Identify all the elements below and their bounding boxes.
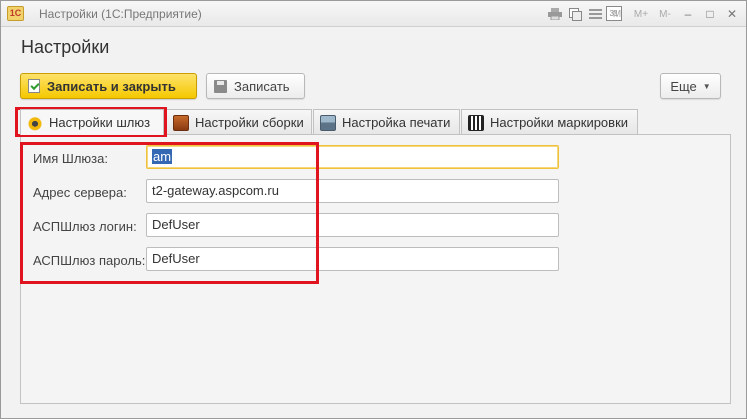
close-button[interactable]: ✕ xyxy=(722,5,742,23)
tab-gateway-settings[interactable]: Настройки шлюз xyxy=(20,109,164,135)
tab-label: Настройки шлюз xyxy=(49,115,151,130)
floppy-disk-icon xyxy=(214,79,227,93)
more-button[interactable]: Еще ▼ xyxy=(660,73,721,99)
gear-icon xyxy=(27,114,43,131)
list-icon[interactable] xyxy=(586,5,604,23)
settings-window: 1С Настройки (1С:Предприятие) 31 M M+ M-… xyxy=(0,0,747,419)
window-title: Настройки (1С:Предприятие) xyxy=(39,7,202,21)
printer-icon xyxy=(320,114,336,131)
tab-label: Настройки маркировки xyxy=(490,115,629,130)
memory-m-button[interactable]: M xyxy=(606,5,628,23)
tab-label: Настройки сборки xyxy=(195,115,304,130)
print-icon[interactable] xyxy=(546,5,564,23)
save-and-close-label: Записать и закрыть xyxy=(47,78,176,94)
minimize-button[interactable]: – xyxy=(678,5,698,23)
save-button[interactable]: Записать xyxy=(206,73,305,99)
copy-icon[interactable] xyxy=(566,5,584,23)
window-controls: M M+ M- – □ ✕ xyxy=(606,5,742,23)
tab-assembly-settings[interactable]: Настройки сборки xyxy=(166,109,312,135)
document-check-icon xyxy=(28,79,40,93)
more-label: Еще xyxy=(670,78,697,94)
qr-code-icon xyxy=(468,114,484,131)
title-bar: 1С Настройки (1С:Предприятие) 31 M M+ M-… xyxy=(1,1,746,27)
memory-plus-button[interactable]: M+ xyxy=(630,5,652,23)
maximize-button[interactable]: □ xyxy=(700,5,720,23)
box-icon xyxy=(173,114,189,131)
save-label: Записать xyxy=(234,78,290,94)
caret-down-icon: ▼ xyxy=(702,81,711,91)
page-title: Настройки xyxy=(21,37,110,57)
highlight-frame-fields xyxy=(20,142,319,284)
tab-label: Настройка печати xyxy=(342,115,451,130)
memory-minus-button[interactable]: M- xyxy=(654,5,676,23)
app-logo: 1С xyxy=(7,6,24,21)
tab-marking-settings[interactable]: Настройки маркировки xyxy=(461,109,638,135)
save-and-close-button[interactable]: Записать и закрыть xyxy=(20,73,197,99)
tab-print-settings[interactable]: Настройка печати xyxy=(313,109,460,135)
